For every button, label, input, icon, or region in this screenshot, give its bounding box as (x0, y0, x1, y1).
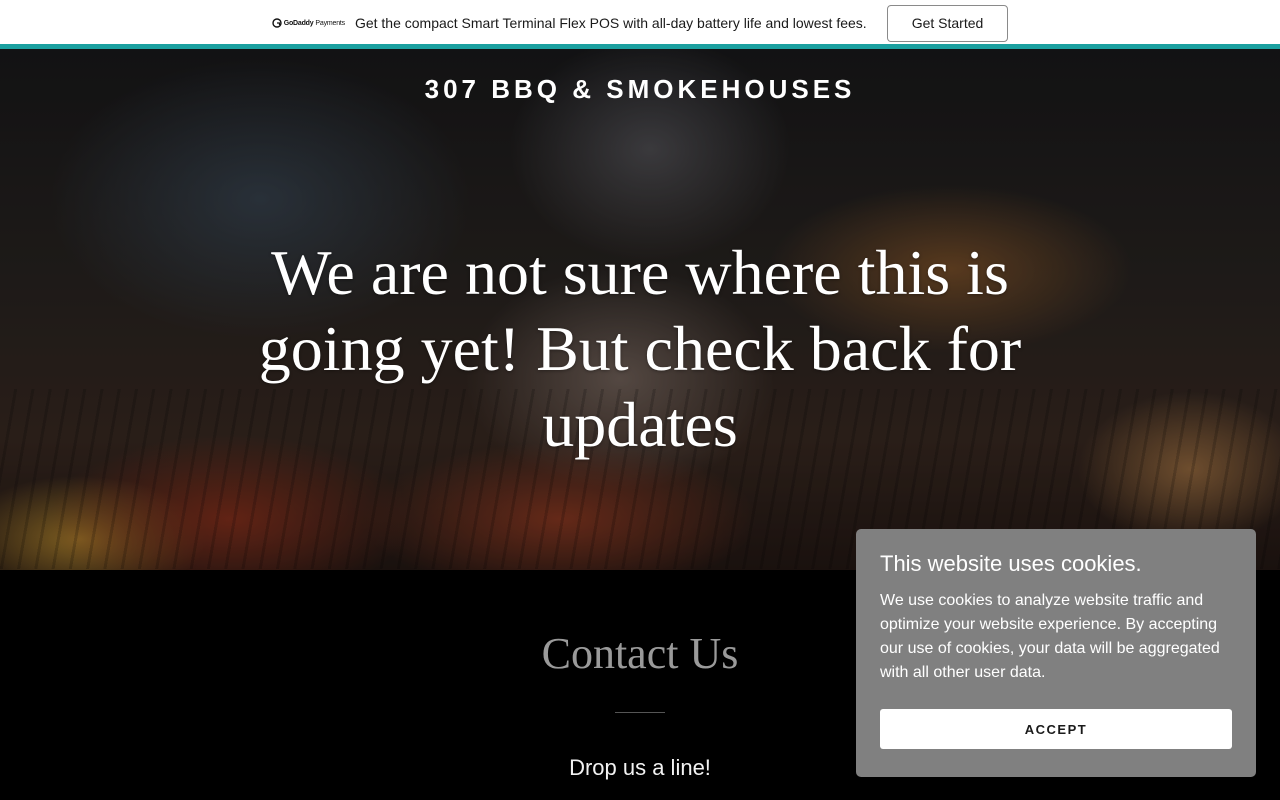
godaddy-payments-logo[interactable]: GoDaddy Payments (272, 18, 345, 28)
site-title[interactable]: 307 BBQ & SMOKEHOUSES (0, 74, 1280, 105)
cookie-banner: This website uses cookies. We use cookie… (856, 529, 1256, 777)
contact-divider (615, 712, 665, 713)
brand-name: GoDaddy (283, 19, 314, 27)
godaddy-logo-icon (272, 18, 282, 28)
promo-text: Get the compact Smart Terminal Flex POS … (354, 15, 867, 31)
cookie-title: This website uses cookies. (880, 551, 1142, 576)
accept-cookies-button[interactable]: ACCEPT (880, 709, 1232, 749)
cookie-body: We use cookies to analyze website traffi… (880, 592, 1220, 681)
hero-headline: We are not sure where this is going yet!… (258, 237, 1022, 460)
promo-banner: GoDaddy Payments Get the compact Smart T… (0, 0, 1280, 46)
get-started-button[interactable]: Get Started (886, 4, 1009, 42)
hero-section: 307 BBQ & SMOKEHOUSES We are not sure wh… (0, 49, 1280, 570)
brand-sub: Payments (315, 19, 345, 27)
